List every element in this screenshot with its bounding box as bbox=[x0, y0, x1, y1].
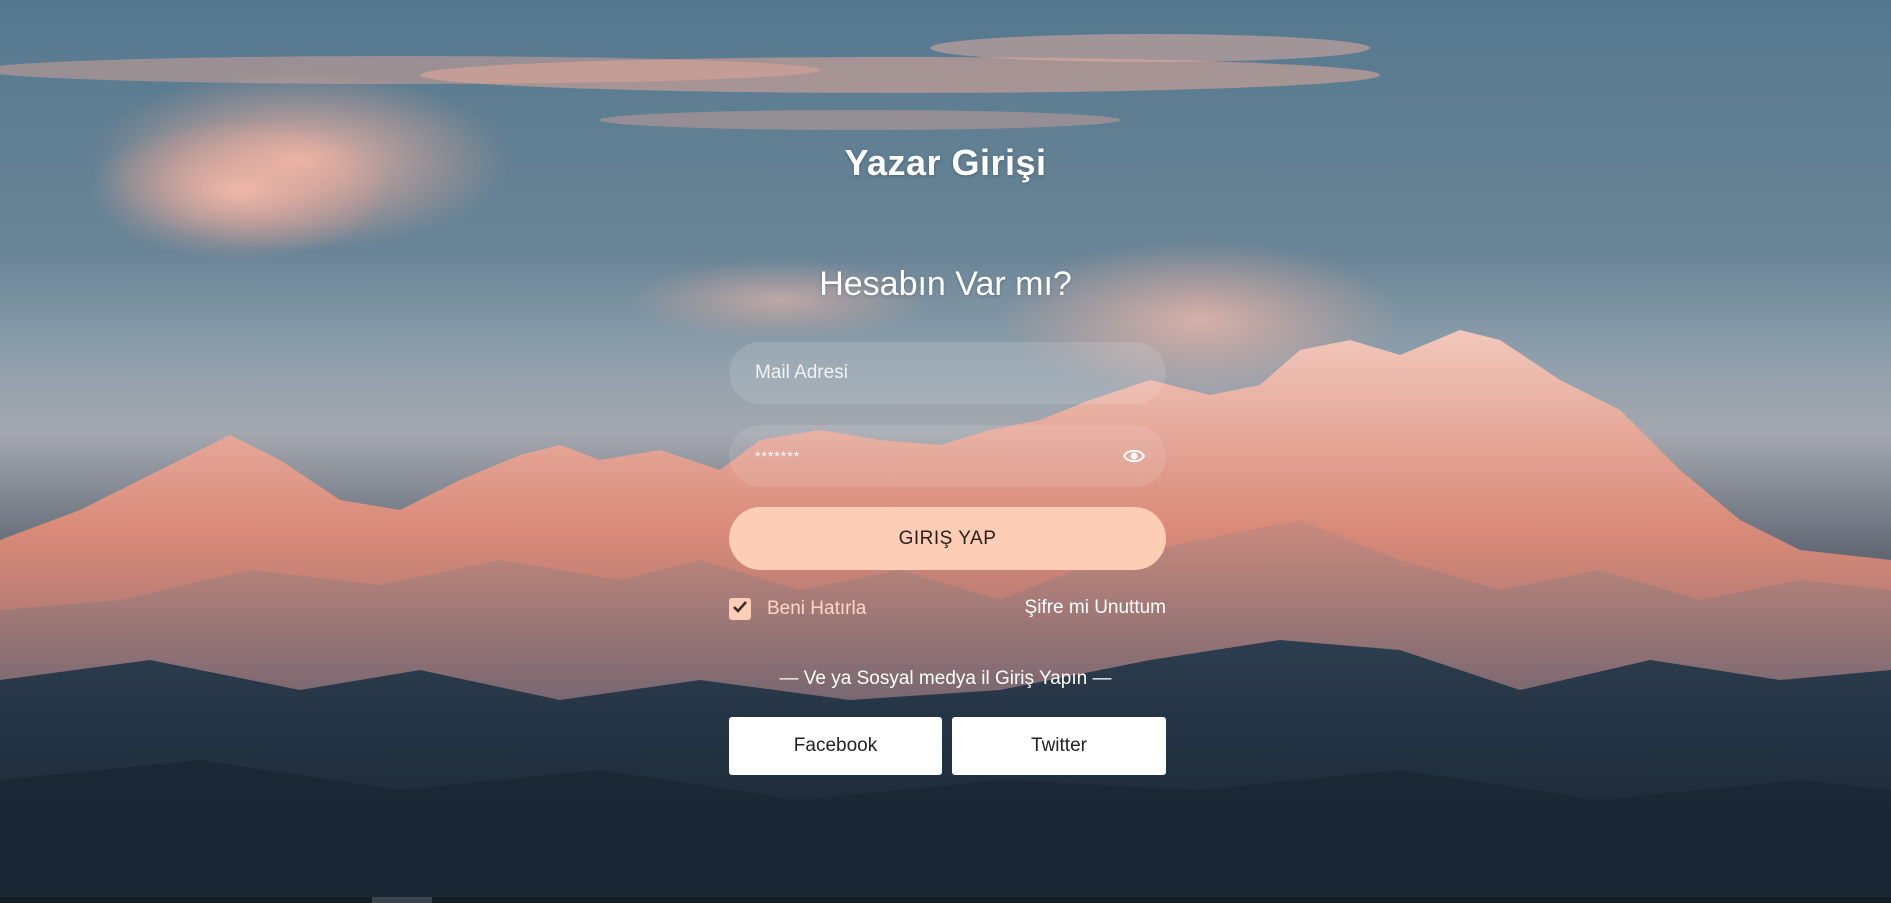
password-input[interactable] bbox=[729, 425, 1166, 487]
login-subtitle: Hesabın Var mı? bbox=[819, 265, 1072, 303]
twitter-button[interactable]: Twitter bbox=[952, 717, 1166, 775]
email-input[interactable] bbox=[729, 342, 1166, 404]
remember-checkbox[interactable] bbox=[729, 598, 751, 620]
facebook-button[interactable]: Facebook bbox=[729, 717, 942, 775]
password-field-wrapper bbox=[729, 425, 1166, 487]
remember-me: Beni Hatırla bbox=[729, 596, 866, 622]
social-divider: — Ve ya Sosyal medya il Giriş Yapın — bbox=[779, 668, 1112, 689]
page-title: Yazar Girişi bbox=[844, 142, 1047, 183]
check-icon bbox=[732, 600, 748, 619]
bottom-bar-handle bbox=[372, 897, 432, 903]
remember-label: Beni Hatırla bbox=[767, 598, 867, 619]
email-field-wrapper bbox=[729, 342, 1166, 404]
forgot-password-link[interactable]: Şifre mi Unuttum bbox=[1025, 597, 1166, 619]
bottom-bar bbox=[0, 897, 1891, 903]
login-button[interactable]: GIRIŞ YAP bbox=[729, 507, 1166, 570]
eye-icon[interactable] bbox=[1122, 445, 1146, 467]
